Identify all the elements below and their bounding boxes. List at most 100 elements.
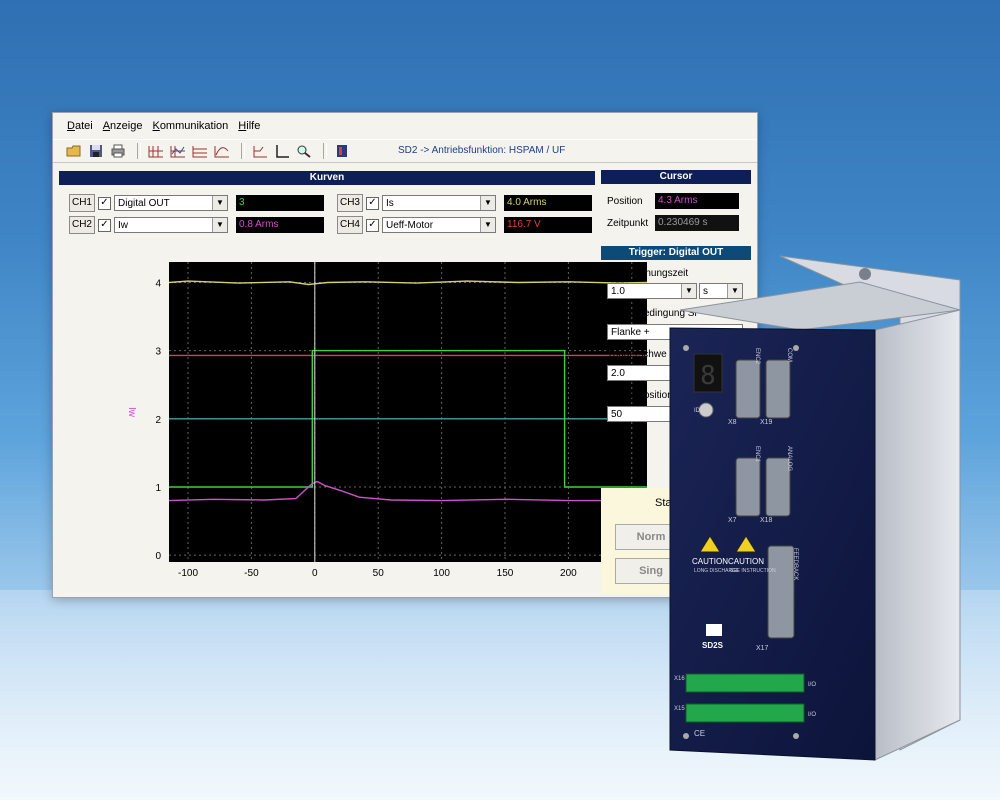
toolbar: SD2 -> Antriebsfunktion: HSPAM / UF — [53, 139, 757, 163]
connector-x8 — [735, 359, 761, 419]
toolbar-separator — [137, 143, 141, 159]
screw — [683, 345, 689, 351]
ch4-signal-select[interactable]: Ueff-Motor ▼ — [382, 217, 496, 233]
cursor-zeitpunkt-label: Zeitpunkt — [607, 218, 649, 229]
label-x17: X17 — [756, 645, 769, 652]
label-id: ID — [694, 408, 701, 414]
open-icon[interactable] — [65, 143, 83, 159]
x-tick-label: 150 — [497, 568, 514, 579]
label-x15: X15 — [674, 706, 685, 712]
x-tick-label: -50 — [244, 568, 259, 579]
scale-icon[interactable] — [251, 143, 269, 159]
save-icon[interactable] — [87, 143, 105, 159]
connector-x17 — [767, 545, 795, 639]
connector-x7 — [735, 457, 761, 517]
chevron-down-icon: ▼ — [212, 218, 227, 232]
label-x16: X16 — [674, 676, 685, 682]
menu-anzeige[interactable]: Anzeige — [103, 120, 143, 132]
ch1-signal-select[interactable]: Digital OUT ▼ — [114, 195, 228, 211]
ch2-checkbox[interactable]: ✓ — [98, 218, 111, 232]
chevron-down-icon: ▼ — [480, 196, 495, 210]
grid4-icon[interactable] — [213, 143, 231, 159]
ch4-checkbox[interactable]: ✓ — [366, 218, 379, 232]
mount-hole — [859, 268, 871, 280]
ch4-signal-text: Ueff-Motor — [386, 220, 434, 231]
brand-logo — [706, 624, 722, 636]
ch3-value: 4.0 Arms — [504, 195, 592, 211]
menu-datei[interactable]: Datei — [67, 120, 93, 132]
channel-row-ch3: CH3 ✓ Is ▼ 4.0 Arms — [337, 194, 592, 212]
y-axis-label: Iw — [126, 407, 137, 418]
menu-hilfe[interactable]: Hilfe — [238, 120, 260, 132]
ch3-signal-text: Is — [386, 198, 394, 209]
ch4-label: CH4 — [337, 216, 363, 234]
ch2-value: 0.8 Arms — [236, 217, 324, 233]
toolbar-separator — [323, 143, 327, 159]
print-icon[interactable] — [109, 143, 127, 159]
id-switch — [698, 402, 714, 418]
label-analog: ANALOG — [786, 446, 792, 471]
terminal-block-x16 — [685, 673, 805, 693]
device-side — [874, 309, 961, 761]
scope-plot[interactable]: -100-5005010015020025001234Iw — [111, 250, 649, 586]
scope-window: Datei Anzeige Kommunikation Hilfe SD2 ->… — [52, 112, 758, 598]
x-tick-label: 200 — [560, 568, 577, 579]
y-tick-label: 2 — [155, 415, 161, 426]
menu-bar: Datei Anzeige Kommunikation Hilfe — [53, 113, 757, 139]
grid1-icon[interactable] — [147, 143, 165, 159]
kurven-header: Kurven — [59, 171, 595, 185]
y-tick-label: 3 — [155, 347, 161, 358]
device-icon[interactable] — [333, 143, 351, 159]
ch3-signal-select[interactable]: Is ▼ — [382, 195, 496, 211]
toolbar-title: SD2 -> Antriebsfunktion: HSPAM / UF — [398, 145, 566, 156]
grid2-icon[interactable] — [169, 143, 187, 159]
chart-svg[interactable]: -100-5005010015020025001234Iw — [111, 250, 649, 586]
toolbar-separator — [241, 143, 245, 159]
grid3-icon[interactable] — [191, 143, 209, 159]
label-io-2: I/O — [808, 712, 816, 718]
ch2-signal-text: Iw — [118, 220, 128, 231]
ch2-signal-select[interactable]: Iw ▼ — [114, 217, 228, 233]
label-io-1: I/O — [808, 682, 816, 688]
label-x8: X8 — [728, 419, 737, 426]
seven-segment-digit: 8 — [700, 361, 716, 391]
plot-area[interactable] — [169, 262, 647, 562]
y-tick-label: 1 — [155, 483, 161, 494]
ch2-label: CH2 — [69, 216, 95, 234]
caution-sub-2: SEE INSTRUCTION — [730, 568, 776, 574]
channel-row-ch2: CH2 ✓ Iw ▼ 0.8 Arms — [69, 216, 324, 234]
caution-label-1: CAUTION — [692, 557, 728, 566]
cursor-zeitpunkt-value: 0.230469 s — [655, 215, 739, 231]
ch4-value: 116.7 V — [504, 217, 592, 233]
screw — [793, 345, 799, 351]
y-tick-label: 0 — [155, 551, 161, 562]
zoom-icon[interactable] — [295, 143, 313, 159]
ch1-label: CH1 — [69, 194, 95, 212]
channel-row-ch4: CH4 ✓ Ueff-Motor ▼ 116.7 V — [337, 216, 592, 234]
ch3-checkbox[interactable]: ✓ — [366, 196, 379, 210]
schwelle-label: Triggerschwe — [607, 349, 667, 360]
x-tick-label: 50 — [373, 568, 385, 579]
screw — [793, 733, 799, 739]
axes-icon[interactable] — [273, 143, 291, 159]
connector-x19 — [765, 359, 791, 419]
x-tick-label: 0 — [312, 568, 318, 579]
screw — [683, 733, 689, 739]
label-x7: X7 — [728, 517, 737, 524]
label-x18: X18 — [760, 517, 773, 524]
cursor-header: Cursor — [601, 170, 751, 184]
menu-kommunikation[interactable]: Kommunikation — [152, 120, 228, 132]
ch1-value: 3 — [236, 195, 324, 211]
caution-label-2: CAUTION — [728, 557, 764, 566]
brand-name: SD2S — [702, 641, 724, 650]
aufzeichnung-text: 1.0 — [611, 286, 625, 297]
label-enc2: ENC2 — [754, 348, 760, 365]
chevron-down-icon: ▼ — [212, 196, 227, 210]
cursor-panel: Cursor Position 4.3 Arms Zeitpunkt 0.230… — [601, 170, 753, 238]
ch1-checkbox[interactable]: ✓ — [98, 196, 111, 210]
ch1-signal-text: Digital OUT — [118, 198, 170, 209]
x-tick-label: 100 — [433, 568, 450, 579]
chevron-down-icon: ▼ — [480, 218, 495, 232]
label-com: COM — [786, 348, 792, 362]
y-tick-label: 4 — [155, 278, 161, 289]
